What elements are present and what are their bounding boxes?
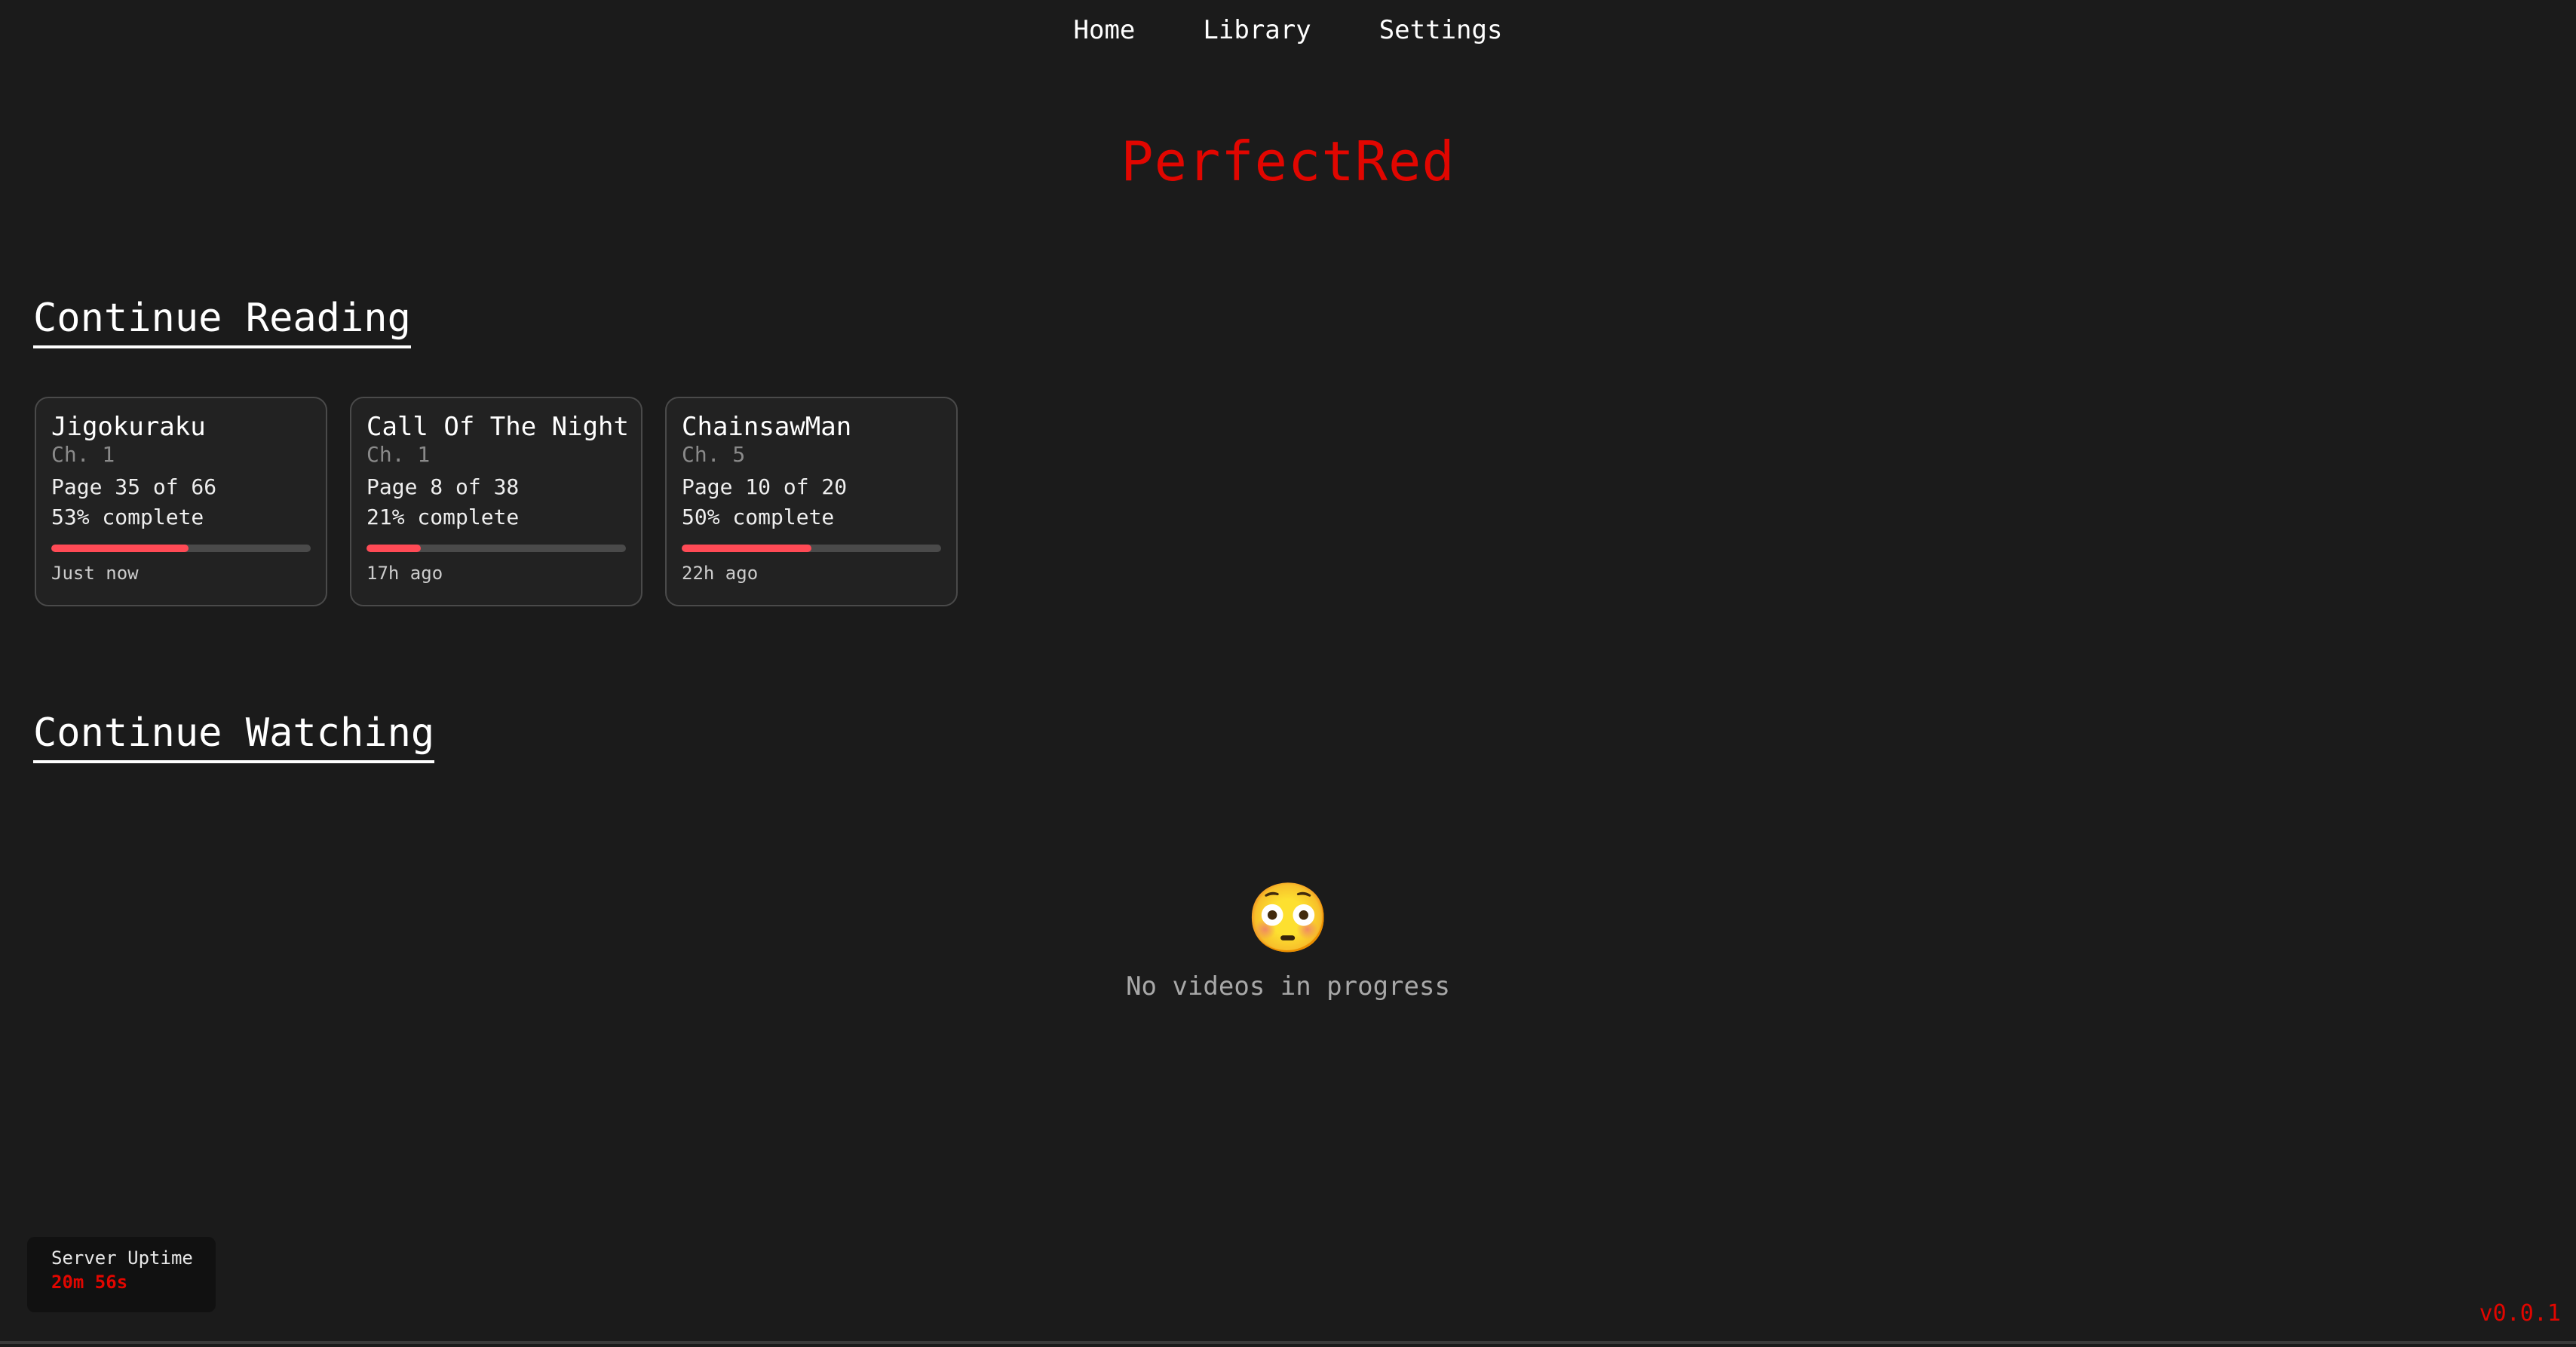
progress-bar <box>682 545 941 552</box>
card-title: Call Of The Night <box>366 412 629 442</box>
page: Home Library Settings PerfectRed Continu… <box>0 0 2576 1347</box>
empty-state: 😳 No videos in progress <box>0 881 2576 1002</box>
nav-home-link[interactable]: Home <box>1074 12 1136 48</box>
card-title: Jigokuraku <box>51 412 206 442</box>
progress-bar-fill <box>366 545 422 552</box>
card-percent: 50% complete <box>682 505 835 529</box>
empty-state-message: No videos in progress <box>1126 971 1450 1002</box>
reading-card[interactable]: Jigokuraku Ch. 1 Page 35 of 66 53% compl… <box>35 397 327 606</box>
card-chapter: Ch. 5 <box>682 442 746 467</box>
server-uptime-value: 20m 56s <box>51 1272 128 1293</box>
reading-card[interactable]: ChainsawMan Ch. 5 Page 10 of 20 50% comp… <box>665 397 958 606</box>
card-last-read: 22h ago <box>682 563 759 584</box>
nav-settings-link[interactable]: Settings <box>1379 12 1503 48</box>
card-percent: 21% complete <box>366 505 520 529</box>
card-chapter: Ch. 1 <box>366 442 431 467</box>
bottom-divider <box>0 1341 2576 1344</box>
card-chapter: Ch. 1 <box>51 442 115 467</box>
card-percent: 53% complete <box>51 505 204 529</box>
version-label: v0.0.1 <box>2479 1300 2561 1327</box>
reading-card[interactable]: Call Of The Night Ch. 1 Page 8 of 38 21%… <box>350 397 642 606</box>
progress-bar-fill <box>51 545 189 552</box>
card-last-read: 17h ago <box>366 563 443 584</box>
continue-reading-list: Jigokuraku Ch. 1 Page 35 of 66 53% compl… <box>35 397 958 606</box>
card-page-count: Page 8 of 38 <box>366 474 520 499</box>
card-last-read: Just now <box>51 563 139 584</box>
card-page-count: Page 10 of 20 <box>682 474 848 499</box>
card-title: ChainsawMan <box>682 412 852 442</box>
server-uptime-label: Server Uptime <box>51 1247 193 1269</box>
continue-watching-heading: Continue Watching <box>33 710 435 763</box>
progress-bar <box>366 545 626 552</box>
brand-title: PerfectRed <box>1121 130 1455 193</box>
nav-library-link[interactable]: Library <box>1203 12 1311 48</box>
card-page-count: Page 35 of 66 <box>51 474 217 499</box>
progress-bar-fill <box>682 545 811 552</box>
flushed-face-icon: 😳 <box>1245 879 1331 958</box>
top-nav: Home Library Settings <box>0 12 2576 48</box>
continue-reading-heading: Continue Reading <box>33 296 411 348</box>
server-uptime-widget: Server Uptime 20m 56s <box>27 1237 216 1312</box>
progress-bar <box>51 545 311 552</box>
